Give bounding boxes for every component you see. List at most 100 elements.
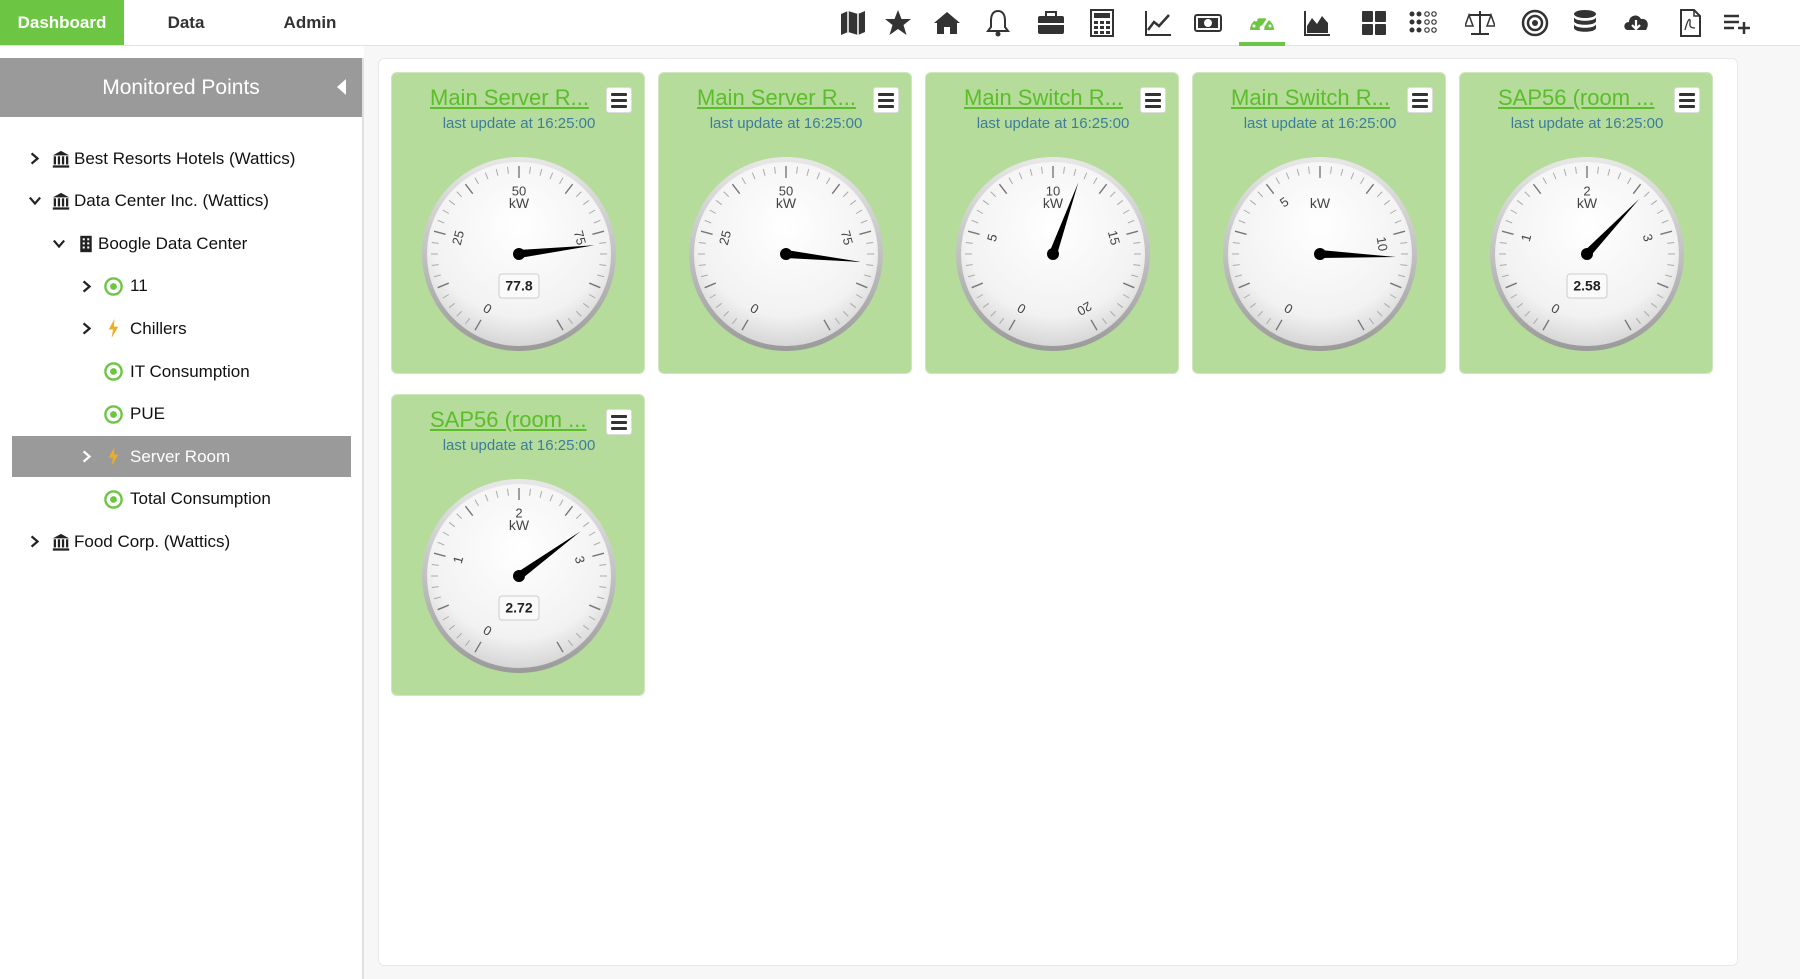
gauge-widget: SAP56 (room ... last update at 16:25:00 0… <box>391 394 645 696</box>
line-chart-icon <box>1145 11 1171 36</box>
tree-item-boogle-data-center[interactable]: Boogle Data Center <box>12 223 351 264</box>
cloud-download-icon <box>1624 15 1648 31</box>
tree-item-label: Boogle Data Center <box>98 233 248 253</box>
dashboard-panel: Main Server R... last update at 16:25:00 … <box>378 58 1738 966</box>
chevron-down-icon[interactable] <box>52 236 66 252</box>
target-toolbar-button[interactable] <box>1510 3 1560 43</box>
last-update-text: last update at 16:25:00 <box>1510 115 1664 132</box>
tree-item-label: IT Consumption <box>130 361 250 381</box>
last-update-text: last update at 16:25:00 <box>976 115 1130 132</box>
target-icon <box>1521 9 1549 37</box>
gauge-value-label: 77.8 <box>505 278 532 294</box>
grid-toolbar-button[interactable] <box>1349 3 1399 43</box>
widget-title-link[interactable]: SAP56 (room ... <box>1498 85 1666 111</box>
chevron-right-icon[interactable] <box>28 534 42 550</box>
star-toolbar-button[interactable] <box>873 3 923 43</box>
collapse-sidebar-icon[interactable] <box>334 78 348 96</box>
hamburger-menu-icon[interactable] <box>606 87 632 113</box>
home-icon <box>934 12 960 34</box>
map-toolbar-button[interactable] <box>828 3 878 43</box>
widget-title-link[interactable]: Main Switch R... <box>1231 85 1399 111</box>
hamburger-menu-icon[interactable] <box>1674 87 1700 113</box>
tab-admin[interactable]: Admin <box>248 0 372 45</box>
database-toolbar-button[interactable] <box>1560 3 1610 43</box>
tree-item-chillers[interactable]: Chillers <box>12 308 351 349</box>
widget-title-link[interactable]: Main Switch R... <box>964 85 1132 111</box>
tree-item-label: Chillers <box>130 318 187 338</box>
area-chart-toolbar-button[interactable] <box>1292 3 1342 43</box>
cloud-download-toolbar-button[interactable] <box>1611 3 1661 43</box>
gauge-needle-hub <box>1581 248 1593 260</box>
bank-icon <box>50 148 72 170</box>
home-toolbar-button[interactable] <box>922 3 972 43</box>
tree-item-label: Total Consumption <box>130 489 271 509</box>
add-list-toolbar-button[interactable] <box>1712 3 1762 43</box>
chevron-down-icon[interactable] <box>28 193 42 209</box>
meter-icon <box>102 275 124 297</box>
tab-data[interactable]: Data <box>124 0 248 45</box>
gauge-dial: 0123kW2.58 <box>1490 157 1684 351</box>
hamburger-menu-icon[interactable] <box>606 409 632 435</box>
tree-item-label: Server Room <box>130 446 231 466</box>
tree-item-label: PUE <box>130 404 165 424</box>
money-toolbar-button[interactable] <box>1183 3 1233 43</box>
chevron-right-icon[interactable] <box>28 151 42 167</box>
tree-item-best-resorts-hotels-wattics[interactable]: Best Resorts Hotels (Wattics) <box>12 138 351 179</box>
tree-item-pue[interactable]: PUE <box>12 394 351 435</box>
gauge-unit-label: kW <box>1310 195 1331 211</box>
widget-title-link[interactable]: SAP56 (room ... <box>430 407 598 433</box>
gauge-unit-label: kW <box>1043 195 1064 211</box>
widget-title-link[interactable]: Main Server R... <box>430 85 598 111</box>
gauge-widget: Main Server R... last update at 16:25:00 … <box>658 72 912 374</box>
gauge-toolbar-button[interactable] <box>1237 3 1287 46</box>
hamburger-menu-icon[interactable] <box>1140 87 1166 113</box>
tree-item-server-room[interactable]: Server Room <box>12 436 351 478</box>
meter-icon <box>102 361 124 383</box>
briefcase-toolbar-button[interactable] <box>1026 3 1076 43</box>
tree-item-food-corp-wattics[interactable]: Food Corp. (Wattics) <box>12 521 351 562</box>
gauge-widget: Main Switch R... last update at 16:25:00 … <box>925 72 1179 374</box>
bolt-icon <box>102 318 124 340</box>
chevron-right-icon[interactable] <box>80 278 94 294</box>
meter-icon <box>102 403 124 425</box>
chevron-right-icon[interactable] <box>80 321 94 337</box>
calculator-toolbar-button[interactable] <box>1077 3 1127 43</box>
tree-item-label: Best Resorts Hotels (Wattics) <box>74 148 296 168</box>
widget-title-link[interactable]: Main Server R... <box>697 85 865 111</box>
tree-item-11[interactable]: 11 <box>12 266 351 307</box>
bank-icon <box>50 531 72 553</box>
top-navigation-bar: Dashboard Data Admin <box>0 0 1800 46</box>
gauge-needle-hub <box>513 570 525 582</box>
tree-item-label: Data Center Inc. (Wattics) <box>74 191 269 211</box>
gauge-widget: Main Switch R... last update at 16:25:00 … <box>1192 72 1446 374</box>
gauge-dial: 0510kW <box>1223 157 1417 351</box>
gauge-needle-hub <box>780 248 792 260</box>
gauge-widget: Main Server R... last update at 16:25:00 … <box>391 72 645 374</box>
tab-dashboard[interactable]: Dashboard <box>0 0 124 45</box>
bell-icon <box>986 9 1010 37</box>
gauge-dial: 0123kW2.72 <box>422 479 616 673</box>
line-chart-toolbar-button[interactable] <box>1133 3 1183 43</box>
gauge-dial: 0255075kW77.8 <box>422 157 616 351</box>
hamburger-menu-icon[interactable] <box>1407 87 1433 113</box>
last-update-text: last update at 16:25:00 <box>442 115 596 132</box>
tree-item-it-consumption[interactable]: IT Consumption <box>12 351 351 392</box>
gauge-needle-hub <box>1314 248 1326 260</box>
area-chart-icon <box>1304 11 1330 36</box>
star-icon <box>885 10 911 35</box>
dots-grid-toolbar-button[interactable] <box>1398 3 1448 43</box>
add-list-icon <box>1724 14 1750 34</box>
pdf-toolbar-button[interactable] <box>1665 3 1715 43</box>
grid-icon <box>1362 11 1386 35</box>
chevron-right-icon[interactable] <box>80 449 94 465</box>
tree-item-total-consumption[interactable]: Total Consumption <box>12 479 351 520</box>
gauge-value-label: 2.58 <box>1573 278 1600 294</box>
gauge-dial: 05101520kW <box>956 157 1150 351</box>
scale-toolbar-button[interactable] <box>1455 3 1505 43</box>
bell-toolbar-button[interactable] <box>973 3 1023 43</box>
tree-item-data-center-inc-wattics[interactable]: Data Center Inc. (Wattics) <box>12 181 351 222</box>
last-update-text: last update at 16:25:00 <box>1243 115 1397 132</box>
hamburger-menu-icon[interactable] <box>873 87 899 113</box>
database-icon <box>1574 10 1596 32</box>
map-icon <box>841 11 865 35</box>
